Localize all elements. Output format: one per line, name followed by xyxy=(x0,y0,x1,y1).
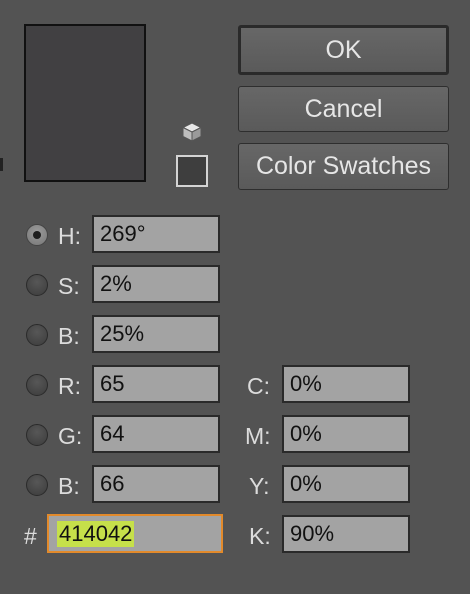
cyan-label: C: xyxy=(247,373,270,399)
green-field[interactable]: 64 xyxy=(92,415,220,453)
radio-hue[interactable] xyxy=(26,224,48,246)
web-color-swatch[interactable] xyxy=(176,155,208,187)
magenta-field[interactable]: 0% xyxy=(282,415,410,453)
red-label: R: xyxy=(58,373,81,399)
cube-icon[interactable] xyxy=(180,121,204,143)
cyan-field[interactable]: 0% xyxy=(282,365,410,403)
hex-value-selected: 414042 xyxy=(57,521,135,547)
brightness-field[interactable]: 25% xyxy=(92,315,220,353)
cancel-button[interactable]: Cancel xyxy=(238,86,449,132)
black-label: K: xyxy=(249,523,271,549)
hex-field[interactable]: 414042 xyxy=(47,514,223,553)
saturation-label: S: xyxy=(58,273,80,299)
green-label: G: xyxy=(58,423,83,449)
ok-button[interactable]: OK xyxy=(238,25,449,75)
yellow-field[interactable]: 0% xyxy=(282,465,410,503)
magenta-label: M: xyxy=(245,423,271,449)
color-preview xyxy=(24,24,146,182)
red-field[interactable]: 65 xyxy=(92,365,220,403)
radio-green[interactable] xyxy=(26,424,48,446)
brightness-label: B: xyxy=(58,323,80,349)
radio-blue[interactable] xyxy=(26,474,48,496)
saturation-field[interactable]: 2% xyxy=(92,265,220,303)
panel-edge-marker xyxy=(0,158,3,171)
color-swatches-button[interactable]: Color Swatches xyxy=(238,143,449,190)
yellow-label: Y: xyxy=(249,473,270,499)
hex-label: # xyxy=(24,523,37,549)
hue-label: H: xyxy=(58,223,81,249)
radio-saturation[interactable] xyxy=(26,274,48,296)
blue-label: B: xyxy=(58,473,80,499)
black-field[interactable]: 90% xyxy=(282,515,410,553)
radio-red[interactable] xyxy=(26,374,48,396)
blue-field[interactable]: 66 xyxy=(92,465,220,503)
radio-brightness[interactable] xyxy=(26,324,48,346)
hue-field[interactable]: 269° xyxy=(92,215,220,253)
radio-selected-dot xyxy=(33,231,41,239)
